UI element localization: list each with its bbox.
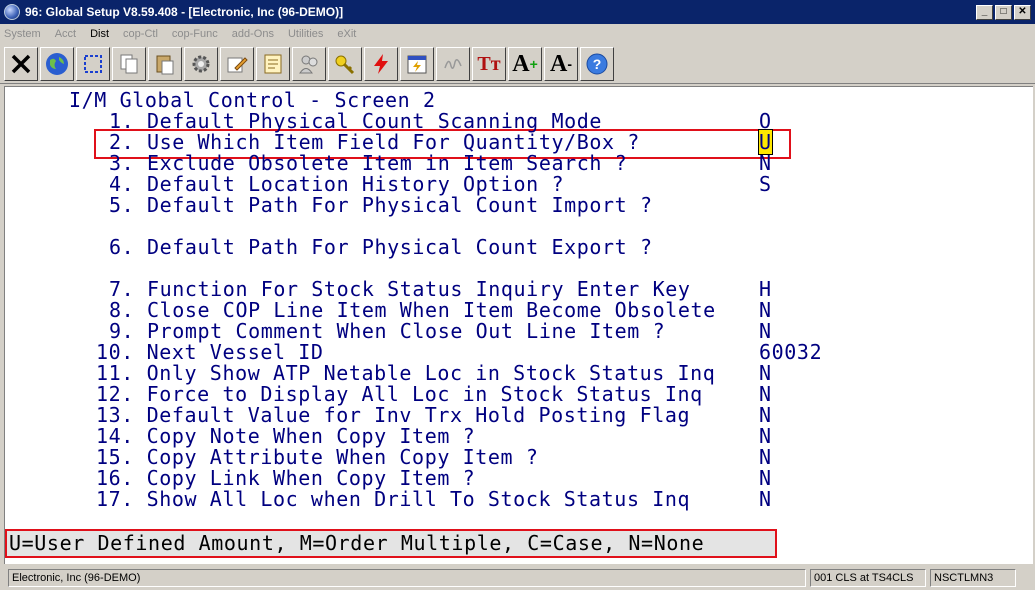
menu-add-ons[interactable]: add-Ons	[232, 28, 274, 40]
edit-pencil-icon[interactable]	[220, 46, 254, 81]
menu-item-value-cell: N	[759, 300, 772, 321]
menu-item-value-cell: N	[759, 426, 772, 447]
menu-exit[interactable]: eXit	[337, 28, 356, 40]
screen-heading: I/M Global Control - Screen 2	[69, 88, 436, 112]
minimize-button[interactable]: _	[976, 4, 993, 20]
menu-item-value: S	[759, 172, 772, 196]
title-bar: 96: Global Setup V8.59.408 - [Electronic…	[0, 0, 1035, 24]
select-rectangle-icon[interactable]	[76, 46, 110, 81]
window-title: 96: Global Setup V8.59.408 - [Electronic…	[25, 5, 344, 19]
menu-item-4[interactable]: 4. Default Location History Option ?	[109, 174, 564, 195]
menu-item-value-cell: O	[759, 111, 772, 132]
font-icon[interactable]: Tт	[472, 46, 506, 81]
menu-system[interactable]: System	[4, 28, 41, 40]
status-bar: Electronic, Inc (96-DEMO) 001 CLS at TS4…	[0, 566, 1035, 590]
decrease-font-glyph: A	[549, 50, 568, 77]
notes-icon[interactable]	[256, 46, 290, 81]
menu-item-2[interactable]: 2. Use Which Item Field For Quantity/Box…	[109, 132, 640, 153]
menu-utilities[interactable]: Utilities	[288, 28, 323, 40]
maximize-button[interactable]: □	[995, 4, 1012, 20]
menu-item-number: 5.	[109, 193, 135, 217]
svg-text:?: ?	[593, 56, 602, 72]
menu-item-15[interactable]: 15. Copy Attribute When Copy Item ?	[96, 447, 538, 468]
users-icon[interactable]	[292, 46, 326, 81]
menu-item-8[interactable]: 8. Close COP Line Item When Item Become …	[109, 300, 716, 321]
menu-item-value-cell: N	[759, 447, 772, 468]
terminal-screen[interactable]: I/M Global Control - Screen 2 1. Default…	[4, 86, 1033, 564]
paste-icon[interactable]	[148, 46, 182, 81]
menu-item-14[interactable]: 14. Copy Note When Copy Item ?	[96, 426, 475, 447]
menu-item-5[interactable]: 5. Default Path For Physical Count Impor…	[109, 195, 653, 216]
menu-item-12[interactable]: 12. Force to Display All Loc in Stock St…	[96, 384, 703, 405]
settings-gear-icon[interactable]	[184, 46, 218, 81]
menu-item-11[interactable]: 11. Only Show ATP Netable Loc in Stock S…	[96, 363, 715, 384]
menu-item-3[interactable]: 3. Exclude Obsolete Item in Item Search …	[109, 153, 627, 174]
globe-icon[interactable]	[40, 46, 74, 81]
increase-font-glyph: A	[512, 50, 530, 77]
menu-item-7[interactable]: 7. Function For Stock Status Inquiry Ent…	[109, 279, 691, 300]
menu-item-value-cell: H	[759, 279, 772, 300]
menu-item-value-cell: 60032	[759, 342, 822, 363]
menu-item-value-cell: N	[759, 405, 772, 426]
menu-dist[interactable]: Dist	[90, 28, 109, 40]
menu-item-6[interactable]: 6. Default Path For Physical Count Expor…	[109, 237, 653, 258]
menu-item-value: N	[759, 487, 772, 511]
menu-item-label: Show All Loc when Drill To Stock Status …	[146, 487, 691, 511]
toolbar: Tт A + A- ?	[0, 44, 1035, 84]
increase-font-icon[interactable]: A +	[508, 46, 542, 81]
menu-item-value-cell: N	[759, 363, 772, 384]
menu-acct[interactable]: Acct	[55, 28, 76, 40]
close-x-icon[interactable]	[4, 46, 38, 81]
status-program: NSCTLMN3	[930, 569, 1016, 587]
menu-item-number: 17.	[96, 487, 134, 511]
menu-item-label: Default Path For Physical Count Import ?	[146, 193, 653, 217]
menu-cop-func[interactable]: cop-Func	[172, 28, 218, 40]
help-icon[interactable]: ?	[580, 46, 614, 81]
menu-item-value-cell: U	[758, 129, 773, 155]
field-help-line: U=User Defined Amount, M=Order Multiple,…	[5, 529, 777, 558]
status-session: 001 CLS at TS4CLS	[810, 569, 926, 587]
decrease-font-icon[interactable]: A-	[544, 46, 578, 81]
menu-item-value-cell: N	[759, 321, 772, 342]
menu-item-16[interactable]: 16. Copy Link When Copy Item ?	[96, 468, 475, 489]
menu-bar: System Acct Dist cop-Ctl cop-Func add-On…	[0, 24, 1035, 44]
menu-item-17[interactable]: 17. Show All Loc when Drill To Stock Sta…	[96, 489, 690, 510]
menu-item-value-cell: S	[759, 174, 772, 195]
menu-item-number: 6.	[109, 235, 135, 259]
signature-icon[interactable]	[436, 46, 470, 81]
close-button[interactable]: ✕	[1014, 4, 1031, 20]
menu-item-9[interactable]: 9. Prompt Comment When Close Out Line It…	[109, 321, 665, 342]
menu-item-10[interactable]: 10. Next Vessel ID	[96, 342, 324, 363]
menu-item-13[interactable]: 13. Default Value for Inv Trx Hold Posti…	[96, 405, 690, 426]
copy-icon[interactable]	[112, 46, 146, 81]
calendar-icon[interactable]	[400, 46, 434, 81]
lightning-icon[interactable]	[364, 46, 398, 81]
menu-item-1[interactable]: 1. Default Physical Count Scanning Mode	[109, 111, 602, 132]
menu-item-value-cell: N	[759, 384, 772, 405]
menu-item-value-cell: N	[759, 153, 772, 174]
key-icon[interactable]	[328, 46, 362, 81]
menu-item-value-cell: N	[759, 489, 772, 510]
menu-item-value-cell: N	[759, 468, 772, 489]
menu-item-label: Default Path For Physical Count Export ?	[146, 235, 653, 259]
font-glyph: Tт	[477, 52, 501, 75]
app-icon	[4, 4, 20, 20]
status-company: Electronic, Inc (96-DEMO)	[8, 569, 806, 587]
menu-cop-ctl[interactable]: cop-Ctl	[123, 28, 158, 40]
